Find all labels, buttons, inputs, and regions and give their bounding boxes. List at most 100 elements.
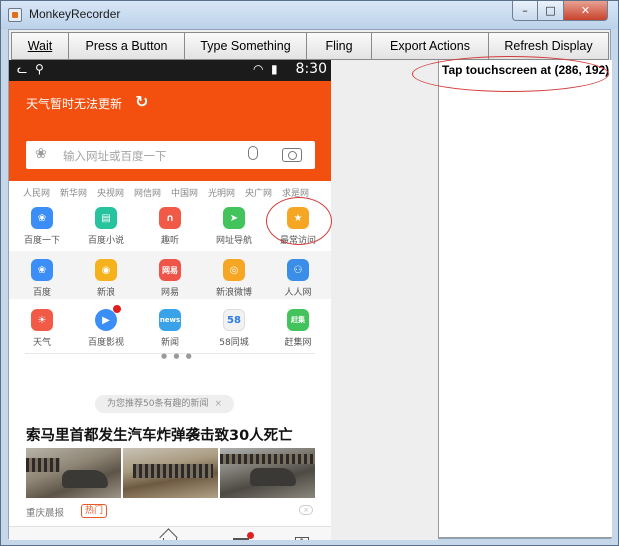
- shortcut-sina[interactable]: ◉ 新浪: [74, 259, 138, 298]
- search-input[interactable]: 输入网址或百度一下: [63, 148, 167, 164]
- shortcut-quting[interactable]: ∩ 趣听: [138, 207, 202, 246]
- shortcut-weather[interactable]: ☀ 天气: [10, 309, 74, 348]
- crowd: [133, 464, 213, 478]
- search-box[interactable]: ❀ 输入网址或百度一下: [26, 141, 315, 169]
- close-icon[interactable]: ×: [214, 399, 222, 409]
- minimize-button[interactable]: –: [512, 1, 538, 21]
- forward-icon[interactable]: ›: [107, 535, 113, 540]
- shortcut-netease[interactable]: 网易 网易: [138, 259, 202, 298]
- back-icon[interactable]: ‹: [43, 535, 49, 540]
- shortcut-label: 最常访问: [279, 236, 316, 246]
- toolbar: Wait Press a Button Type Something Fling…: [11, 32, 609, 60]
- news-headline[interactable]: 索马里首都发生汽车炸弹袭击致30人死亡: [26, 424, 293, 445]
- site-links-row: 人民网 新华网 央视网 网信网 中国网 光明网 央广网 求是网: [9, 181, 331, 203]
- news-source: 重庆晨报: [26, 508, 65, 519]
- site-link[interactable]: 光明网: [208, 186, 235, 199]
- refresh-display-button[interactable]: Refresh Display: [488, 32, 609, 60]
- wrecked-car: [62, 470, 108, 488]
- browser-nav-bar: ‹ › 1: [9, 526, 331, 540]
- news-photo[interactable]: [220, 448, 315, 500]
- news-source-bar: 重庆晨报 热门 ×: [9, 498, 331, 526]
- site-link[interactable]: 人民网: [23, 186, 50, 199]
- ganji-icon: 赶集: [287, 309, 309, 331]
- dismiss-icon[interactable]: ×: [299, 505, 313, 515]
- shortcut-label: 新浪: [96, 288, 115, 298]
- shortcut-baidu-novel[interactable]: ▤ 百度小说: [74, 207, 138, 246]
- recommend-tip-text: 为您推荐50条有趣的新闻: [107, 399, 209, 409]
- shortcut-label: 天气: [32, 338, 51, 348]
- crowd: [26, 458, 60, 472]
- shortcut-label: 赶集网: [284, 338, 312, 348]
- export-actions-button[interactable]: Export Actions: [371, 32, 489, 60]
- type-something-button[interactable]: Type Something: [184, 32, 307, 60]
- news-photo[interactable]: [26, 448, 121, 500]
- camera-icon[interactable]: [282, 148, 302, 162]
- status-time: 8:30: [295, 61, 327, 77]
- crowd: [220, 454, 315, 464]
- close-button[interactable]: ✕: [564, 1, 608, 21]
- microphone-icon[interactable]: [248, 146, 258, 160]
- grid-row-3: ☀ 天气 ▶ 百度影视 news 新闻 58 58同城 赶集 赶集网: [9, 305, 331, 355]
- notification-dot: [113, 305, 121, 313]
- site-link[interactable]: 网信网: [134, 186, 161, 199]
- shortcut-url-nav[interactable]: ➤ 网址导航: [202, 207, 266, 246]
- shortcut-label: 百度影视: [87, 338, 124, 348]
- window-controls: – □ ✕: [512, 1, 608, 21]
- paw-icon: ❀: [31, 207, 53, 229]
- shortcut-renren[interactable]: ⚇ 人人网: [266, 259, 330, 298]
- shortcut-label: 人人网: [284, 288, 312, 298]
- shortcut-baidu[interactable]: ❀ 百度: [10, 259, 74, 298]
- news-thumbnails[interactable]: [26, 448, 315, 500]
- sina-icon: ◉: [95, 259, 117, 281]
- press-button-button[interactable]: Press a Button: [68, 32, 185, 60]
- wrecked-car: [250, 468, 296, 486]
- netease-icon: 网易: [159, 259, 181, 281]
- shortcut-baidu-search[interactable]: ❀ 百度一下: [10, 207, 74, 246]
- paw-icon: ❀: [31, 259, 53, 281]
- window-title: MonkeyRecorder: [29, 7, 121, 21]
- action-log[interactable]: Tap touchscreen at (286, 192): [438, 60, 612, 538]
- shortcut-label: 新闻: [160, 338, 179, 348]
- home-icon[interactable]: [163, 538, 177, 540]
- site-link[interactable]: 央视网: [97, 186, 124, 199]
- tab-count-button[interactable]: 1: [295, 537, 309, 540]
- site-link[interactable]: 中国网: [171, 186, 198, 199]
- renren-icon: ⚇: [287, 259, 309, 281]
- book-icon: ▤: [95, 207, 117, 229]
- headphones-icon: ∩: [159, 207, 181, 229]
- page-indicator: ● ● ●: [161, 352, 194, 360]
- shortcut-label: 趣听: [160, 236, 179, 246]
- shortcut-most-visited[interactable]: ★ 最常访问: [266, 207, 330, 246]
- recommend-tip[interactable]: 为您推荐50条有趣的新闻 ×: [95, 395, 234, 413]
- weather-text[interactable]: 天气暂时无法更新: [26, 95, 122, 112]
- shortcut-58[interactable]: 58 58同城: [202, 309, 266, 348]
- menu-icon[interactable]: [233, 538, 249, 540]
- shortcut-label: 网址导航: [215, 236, 252, 246]
- site-link[interactable]: 央广网: [245, 186, 272, 199]
- shortcut-label: 百度: [32, 288, 51, 298]
- shortcut-news[interactable]: news 新闻: [138, 309, 202, 348]
- shortcut-sina-weibo[interactable]: ◎ 新浪微博: [202, 259, 266, 298]
- search-icon: ⚲: [35, 62, 44, 76]
- device-screen[interactable]: ᓚ ⚲ ◠ ▮ 8:30 天气暂时无法更新 ↻ ❀ 输入网址或百度一下 人民网 …: [9, 60, 331, 540]
- maximize-button[interactable]: □: [538, 1, 564, 21]
- status-bar: ᓚ ⚲ ◠ ▮ 8:30: [9, 60, 331, 81]
- shortcut-label: 58同城: [219, 338, 249, 348]
- menu-notification-dot: [247, 532, 254, 539]
- grid-row-1: ❀ 百度一下 ▤ 百度小说 ∩ 趣听 ➤ 网址导航 ★ 最常访问: [9, 207, 331, 253]
- refresh-icon[interactable]: ↻: [135, 92, 148, 111]
- shortcut-ganji[interactable]: 赶集 赶集网: [266, 309, 330, 348]
- title-bar[interactable]: MonkeyRecorder – □ ✕: [1, 1, 618, 29]
- wait-button[interactable]: Wait: [11, 32, 69, 60]
- site-link[interactable]: 新华网: [60, 186, 87, 199]
- paw-icon: ❀: [35, 146, 47, 162]
- hot-badge: 热门: [81, 504, 108, 518]
- fling-button[interactable]: Fling: [306, 32, 372, 60]
- shortcut-baidu-video[interactable]: ▶ 百度影视: [74, 305, 138, 348]
- shortcut-label: 百度小说: [87, 236, 124, 246]
- weibo-icon: ◎: [223, 259, 245, 281]
- log-entry[interactable]: Tap touchscreen at (286, 192): [442, 63, 609, 77]
- app-window: MonkeyRecorder – □ ✕ Wait Press a Button…: [0, 0, 619, 546]
- news-photo[interactable]: [123, 448, 218, 500]
- site-link[interactable]: 求是网: [282, 186, 309, 199]
